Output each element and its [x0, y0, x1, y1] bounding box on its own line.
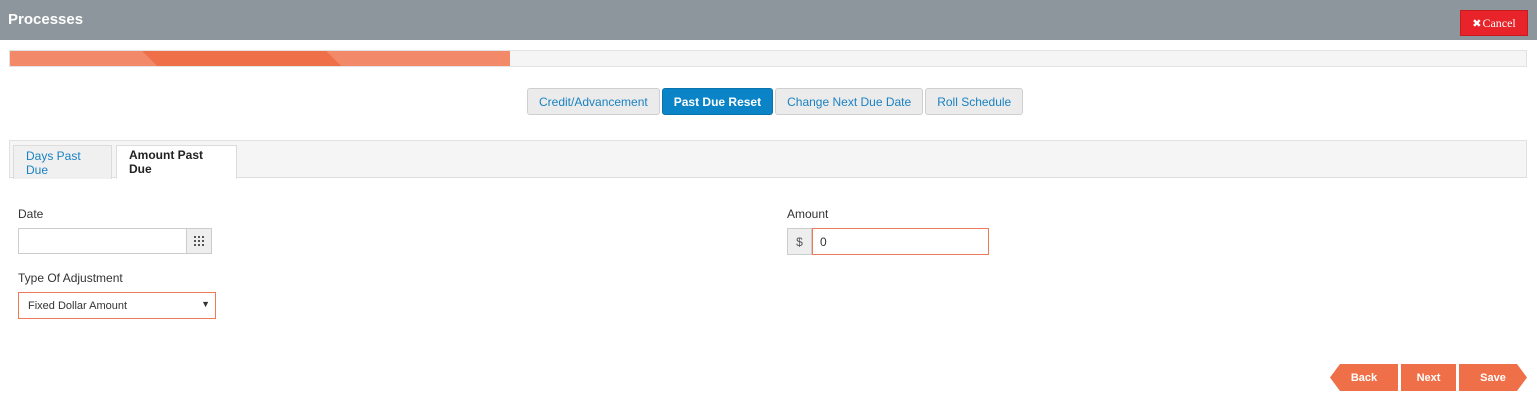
currency-symbol: $ — [787, 228, 812, 255]
tab-days-past-due[interactable]: Days Past Due — [13, 145, 112, 179]
header-bar: Processes ✖ Cancel — [0, 0, 1537, 40]
save-button[interactable]: Save — [1459, 364, 1527, 391]
tab-change-next-due-date[interactable]: Change Next Due Date — [775, 88, 924, 115]
amount-label: Amount — [787, 207, 829, 221]
adjustment-type-value: Fixed Dollar Amount — [28, 299, 128, 312]
cancel-button[interactable]: ✖ Cancel — [1460, 10, 1528, 36]
calendar-button[interactable] — [186, 228, 212, 254]
adjustment-type-select[interactable]: Fixed Dollar Amount ▼ — [18, 292, 216, 319]
tab-amount-past-due[interactable]: Amount Past Due — [116, 145, 237, 179]
tab-roll-schedule[interactable]: Roll Schedule — [925, 88, 1024, 115]
page-title: Processes — [8, 11, 84, 28]
dropdown-arrow-icon: ▼ — [201, 299, 210, 309]
date-input[interactable] — [18, 228, 187, 254]
tab-past-due-reset[interactable]: Past Due Reset — [661, 88, 774, 115]
process-tabs: Credit/Advancement Past Due Reset Change… — [527, 88, 1025, 115]
next-button[interactable]: Next — [1401, 364, 1456, 391]
cancel-label: Cancel — [1482, 15, 1516, 30]
amount-input[interactable]: 0 — [812, 228, 989, 255]
sub-tab-bar: Days Past Due Amount Past Due — [9, 140, 1527, 179]
progress-bar-fill — [10, 51, 511, 66]
back-button[interactable]: Back — [1330, 364, 1398, 391]
adjustment-type-label: Type Of Adjustment — [18, 271, 123, 285]
calendar-grid-icon — [194, 236, 204, 246]
x-icon: ✖ — [1472, 16, 1482, 30]
progress-bar — [9, 50, 1527, 67]
date-label: Date — [18, 207, 44, 221]
tab-credit-advancement[interactable]: Credit/Advancement — [527, 88, 660, 115]
